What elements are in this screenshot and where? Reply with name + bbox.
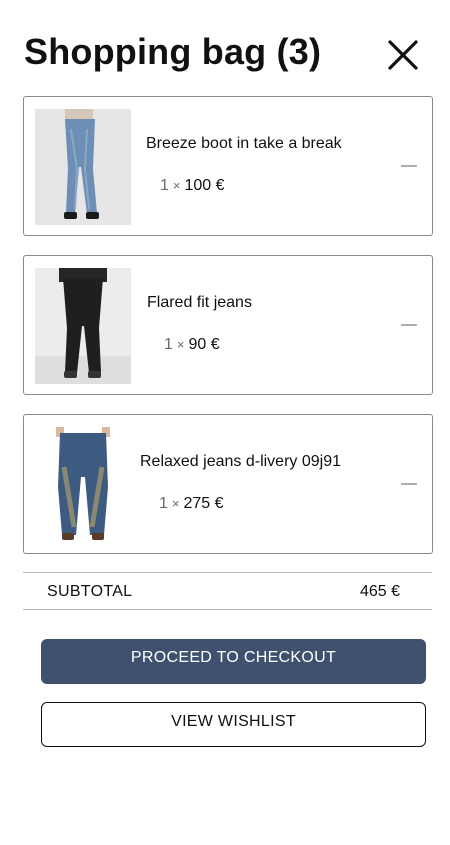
item-quantity: 1	[160, 177, 169, 194]
item-price: 100 €	[184, 177, 225, 194]
close-icon	[384, 36, 422, 74]
times-sign: ×	[176, 337, 185, 352]
subtotal-value: 465 €	[359, 583, 400, 600]
item-price-row: 1 × 100 €	[160, 175, 225, 197]
product-image[interactable]	[35, 109, 131, 225]
item-price: 275 €	[183, 495, 224, 512]
times-sign: ×	[172, 178, 181, 193]
minus-icon	[398, 314, 420, 336]
cart-item: Flared fit jeans 1 × 90 €	[23, 255, 433, 395]
item-name[interactable]: Relaxed jeans d-livery 09j91	[140, 451, 341, 473]
item-name[interactable]: Breeze boot in take a break	[146, 133, 342, 155]
item-quantity: 1	[164, 336, 173, 353]
remove-item-button[interactable]	[398, 155, 420, 177]
minus-icon	[398, 155, 420, 177]
view-wishlist-button[interactable]: VIEW WISHLIST	[41, 702, 426, 747]
proceed-to-checkout-button[interactable]: PROCEED TO CHECKOUT	[41, 639, 426, 684]
bag-header: Shopping bag (3)	[0, 0, 450, 96]
product-image[interactable]	[35, 268, 131, 384]
item-price-row: 1 × 275 €	[159, 493, 224, 515]
page-title: Shopping bag (3)	[24, 31, 322, 72]
times-sign: ×	[171, 496, 180, 511]
cart-item: Breeze boot in take a break 1 × 100 €	[23, 96, 433, 236]
subtotal-label: SUBTOTAL	[47, 583, 133, 600]
item-price-row: 1 × 90 €	[164, 334, 220, 356]
item-quantity: 1	[159, 495, 168, 512]
subtotal-row: SUBTOTAL 465 €	[23, 572, 432, 610]
minus-icon	[398, 473, 420, 495]
cart-item: Relaxed jeans d-livery 09j91 1 × 275 €	[23, 414, 433, 554]
item-name[interactable]: Flared fit jeans	[147, 292, 252, 314]
remove-item-button[interactable]	[398, 473, 420, 495]
close-button[interactable]	[384, 36, 422, 74]
shopping-bag-panel: Shopping bag (3) Breeze boot in take a b…	[0, 0, 450, 845]
item-price: 90 €	[188, 336, 220, 353]
product-image[interactable]	[46, 427, 120, 543]
remove-item-button[interactable]	[398, 314, 420, 336]
